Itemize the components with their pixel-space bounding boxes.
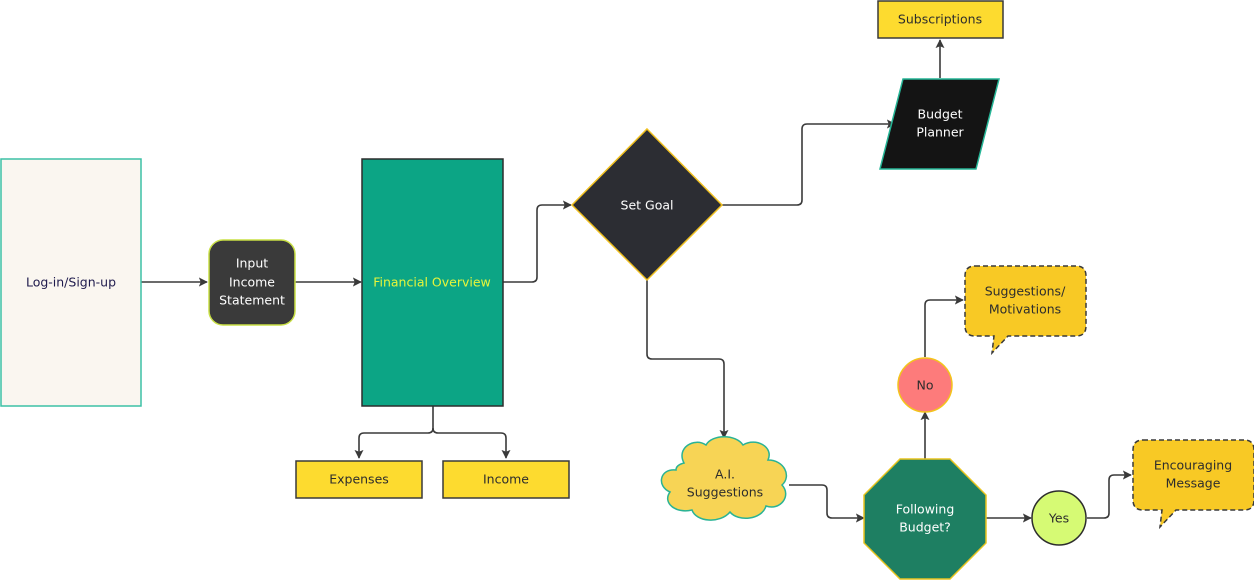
budget-planner-label-line1: Budget: [918, 107, 963, 122]
edge-financial-overview-to-expenses: [354, 406, 434, 459]
login-label: Log-in/Sign-up: [26, 275, 116, 290]
node-income[interactable]: Income: [442, 460, 570, 499]
edge-set-goal-to-ai-suggestions: [646, 280, 729, 439]
node-suggestions-motivations[interactable]: Suggestions/ Motivations: [964, 265, 1087, 356]
node-set-goal[interactable]: Set Goal: [570, 127, 724, 282]
node-encouraging-message[interactable]: Encouraging Message: [1132, 439, 1254, 530]
set-goal-label: Set Goal: [621, 198, 674, 213]
edge-yes-to-encouraging-message: [1087, 470, 1132, 519]
ai-suggestions-label-line2: Suggestions: [687, 485, 763, 500]
node-following-budget[interactable]: Following Budget?: [863, 458, 987, 580]
income-label: Income: [483, 472, 529, 487]
node-ai-suggestions[interactable]: A.I. Suggestions: [660, 436, 788, 521]
suggestions-motivations-label-line2: Motivations: [989, 302, 1061, 317]
no-label: No: [917, 378, 934, 393]
encouraging-message-label-line2: Message: [1166, 476, 1221, 491]
input-income-label-line1: Input: [236, 256, 268, 271]
flowchart-canvas: Log-in/Sign-up Input Income Statement Fi…: [0, 0, 1254, 580]
node-budget-planner[interactable]: Budget Planner: [879, 78, 1000, 170]
node-login-signup[interactable]: Log-in/Sign-up: [0, 158, 142, 407]
following-budget-label-line1: Following: [896, 502, 955, 517]
node-expenses[interactable]: Expenses: [295, 460, 423, 499]
following-budget-label-line2: Budget?: [899, 520, 951, 535]
node-financial-overview[interactable]: Financial Overview: [361, 158, 504, 407]
input-income-label-line2: Income: [229, 275, 275, 290]
edge-set-goal-to-budget-planner: [722, 119, 896, 206]
ai-suggestions-label-line1: A.I.: [715, 467, 735, 482]
suggestions-motivations-label-line1: Suggestions/: [985, 284, 1066, 299]
subscriptions-label: Subscriptions: [898, 12, 982, 27]
budget-planner-label-line2: Planner: [916, 125, 964, 140]
edge-financial-overview-to-income: [432, 427, 511, 459]
node-input-income-statement[interactable]: Input Income Statement: [208, 239, 296, 326]
input-income-label-line3: Statement: [219, 293, 285, 308]
encouraging-message-label-line1: Encouraging: [1154, 458, 1232, 473]
yes-label: Yes: [1048, 511, 1069, 526]
node-yes[interactable]: Yes: [1031, 490, 1087, 546]
edge-financial-overview-to-set-goal: [503, 200, 572, 283]
node-subscriptions[interactable]: Subscriptions: [877, 0, 1004, 39]
expenses-label: Expenses: [329, 472, 389, 487]
edge-no-to-suggestions-motivations: [924, 295, 964, 357]
node-no[interactable]: No: [897, 357, 953, 413]
financial-overview-label: Financial Overview: [373, 275, 491, 290]
edge-ai-suggestions-to-following-budget: [789, 484, 865, 523]
